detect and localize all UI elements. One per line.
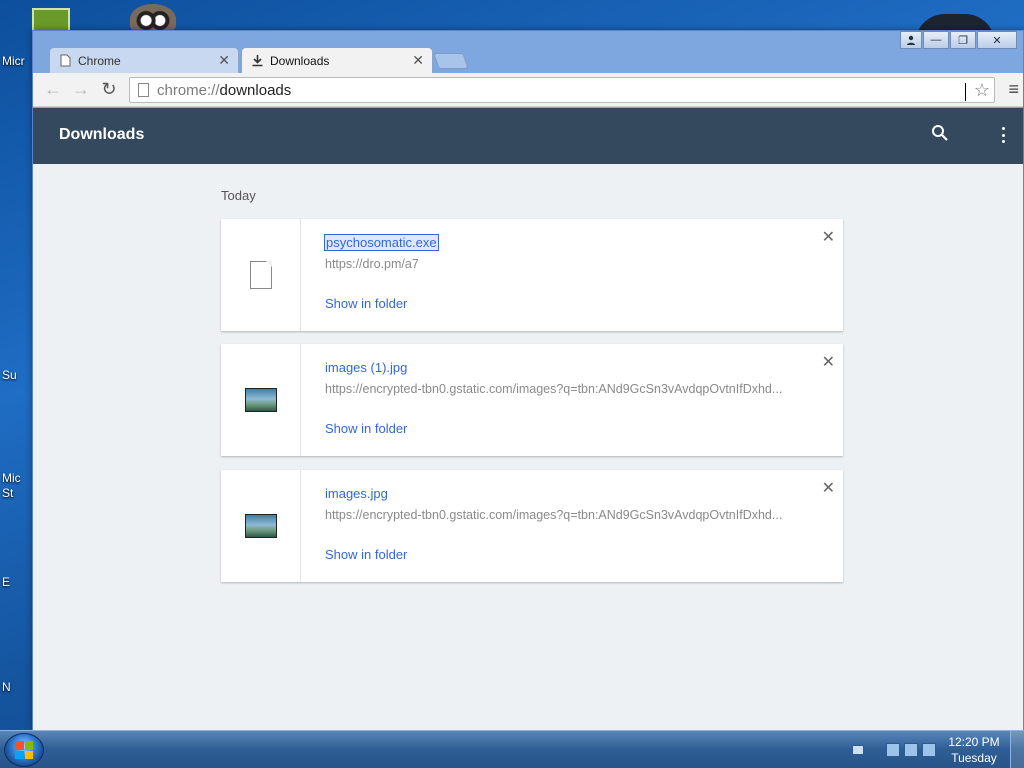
keyboard-icon[interactable] [852, 745, 864, 755]
volume-icon[interactable] [922, 743, 936, 757]
image-file-icon [244, 388, 277, 412]
show-in-folder-link[interactable]: Show in folder [325, 547, 407, 562]
system-tray: 12:20 PM Tuesday [850, 731, 1024, 768]
downloads-list: Today psychosomatic.exe https://dro.pm/a… [33, 164, 1023, 730]
page-icon [58, 54, 72, 68]
show-in-folder-link[interactable]: Show in folder [325, 296, 407, 311]
chrome-window: Chrome ✕ Downloads ✕ — ❐ ✕ ← → ↻ chrome:… [32, 30, 1024, 730]
desktop-label[interactable]: E [2, 575, 10, 589]
mouse-cursor [965, 83, 971, 101]
generic-file-icon [249, 261, 272, 289]
person-icon [907, 35, 915, 45]
close-icon[interactable]: ✕ [218, 52, 230, 69]
tab-label: Downloads [270, 53, 330, 68]
minimize-button[interactable]: — [923, 31, 949, 49]
image-file-icon [244, 514, 277, 538]
address-bar[interactable]: chrome://downloads ☆ [129, 77, 995, 103]
download-file-link[interactable]: psychosomatic.exe [324, 234, 439, 251]
tab-label: Chrome [78, 53, 121, 68]
tab-chrome[interactable]: Chrome ✕ [49, 47, 239, 73]
taskbar: 12:20 PM Tuesday [0, 730, 1024, 768]
start-button[interactable] [4, 733, 44, 767]
download-source-url[interactable]: https://encrypted-tbn0.gstatic.com/image… [325, 382, 795, 396]
show-in-folder-link[interactable]: Show in folder [325, 421, 407, 436]
page-title: Downloads [59, 126, 145, 143]
window-controls: — ❐ ✕ [899, 31, 1017, 49]
more-options-icon[interactable] [995, 124, 1011, 146]
clock-day: Tuesday [951, 751, 997, 765]
profile-button[interactable] [900, 31, 922, 49]
download-source-url[interactable]: https://dro.pm/a7 [325, 257, 795, 271]
tab-downloads[interactable]: Downloads ✕ [241, 47, 433, 73]
clock-time: 12:20 PM [948, 735, 1000, 749]
close-icon[interactable]: ✕ [412, 52, 424, 69]
monitor-icon[interactable] [904, 743, 918, 757]
close-window-button[interactable]: ✕ [977, 31, 1017, 49]
system-clock[interactable]: 12:20 PM Tuesday [938, 734, 1010, 766]
download-file-link[interactable]: images.jpg [325, 486, 388, 501]
download-icon [250, 54, 264, 68]
download-file-link[interactable]: images (1).jpg [325, 360, 407, 375]
windows-logo-icon [15, 741, 33, 759]
desktop-label[interactable]: Su [2, 368, 17, 382]
remove-icon[interactable]: ✕ [822, 227, 835, 247]
remove-icon[interactable]: ✕ [822, 352, 835, 372]
download-item: images.jpg https://encrypted-tbn0.gstati… [221, 470, 843, 582]
file-thumbnail [221, 219, 301, 331]
url-scheme: chrome:// [157, 81, 220, 99]
remove-icon[interactable]: ✕ [822, 478, 835, 498]
download-item: images (1).jpg https://encrypted-tbn0.gs… [221, 344, 843, 456]
browser-toolbar: ← → ↻ chrome://downloads ☆ ≡ [33, 73, 1023, 107]
download-item: psychosomatic.exe https://dro.pm/a7 Show… [221, 219, 843, 331]
back-button[interactable]: ← [39, 76, 67, 104]
page-icon [138, 83, 149, 97]
show-desktop-button[interactable] [1010, 731, 1024, 768]
file-thumbnail [221, 344, 301, 456]
desktop-icons: Micr Su Mic St E N [0, 0, 34, 730]
date-group-label: Today [221, 188, 256, 203]
maximize-button[interactable]: ❐ [950, 31, 976, 49]
bookmark-star-icon[interactable]: ☆ [974, 80, 990, 101]
url-host: downloads [219, 81, 292, 99]
desktop-label[interactable]: Mic [2, 471, 21, 485]
forward-button[interactable]: → [67, 76, 95, 104]
tab-strip: Chrome ✕ Downloads ✕ — ❐ ✕ [33, 31, 1023, 73]
reload-button[interactable]: ↻ [95, 76, 123, 104]
desktop-label[interactable]: N [2, 680, 11, 694]
desktop-label[interactable]: St [2, 486, 13, 500]
network-icon[interactable] [886, 743, 900, 757]
file-thumbnail [221, 470, 301, 582]
new-tab-button[interactable] [433, 53, 469, 69]
chrome-menu-button[interactable]: ≡ [1008, 79, 1019, 100]
desktop-label[interactable]: Micr [2, 54, 25, 68]
search-icon[interactable] [931, 124, 953, 146]
downloads-header: Downloads [33, 108, 1023, 164]
download-source-url[interactable]: https://encrypted-tbn0.gstatic.com/image… [325, 508, 795, 522]
